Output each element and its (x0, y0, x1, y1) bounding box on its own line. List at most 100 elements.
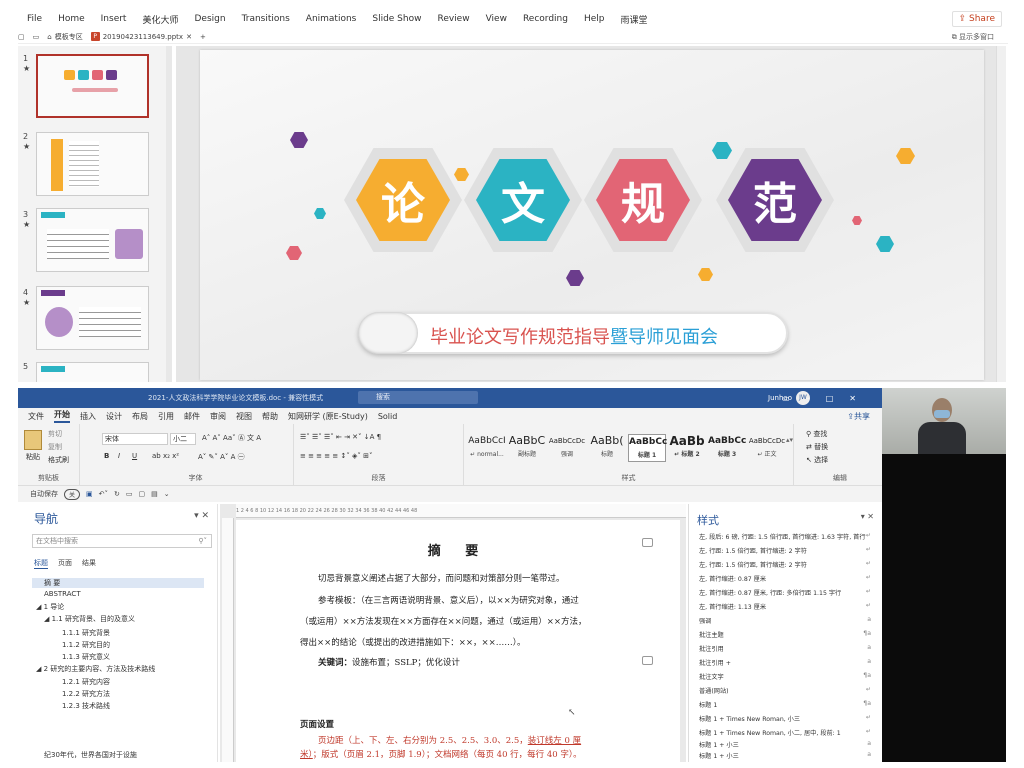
redo-icon[interactable]: ↻ (114, 490, 120, 498)
style-row[interactable]: 标题 1 + Times New Roman, 小三 ↵ (699, 714, 875, 723)
tab-close-icon[interactable]: ✕ (186, 33, 192, 41)
tab-design[interactable]: 设计 (106, 411, 122, 422)
customize-qat-icon[interactable]: ⌄ (164, 490, 170, 498)
slide-thumb-3[interactable] (36, 208, 149, 272)
nav-item[interactable]: ◢ 1.1 研究背景、目的及意义 (44, 614, 135, 624)
menu-transitions[interactable]: Transitions (242, 14, 290, 24)
style-row[interactable]: 左, 首行缩进: 0.87 厘米, 行距: 多倍行距 1.15 字行 ↵ (699, 588, 875, 597)
nav-item[interactable]: 1.2.2 研究方法 (62, 689, 110, 699)
paste-button[interactable]: 粘贴 (26, 452, 40, 462)
print-preview-icon[interactable]: ▤ (151, 490, 158, 498)
nav-item[interactable]: 1.1.1 研究背景 (62, 628, 110, 638)
find-button[interactable]: ⚲ 查找 (806, 429, 827, 439)
strike-sub-super-buttons[interactable]: ab x₂ x² (152, 452, 179, 460)
tab-help[interactable]: 帮助 (262, 411, 278, 422)
thumbnail-scrollbar[interactable] (166, 46, 172, 382)
open-icon[interactable]: ▭ (126, 490, 133, 498)
comment-icon[interactable] (642, 538, 653, 547)
style-row[interactable]: 批注主题 ¶a (699, 630, 875, 639)
document-page[interactable]: 摘 要 切忌背景意义阐述占据了大部分，而问题和对策部分则一笔带过。 参考模板：（… (236, 520, 680, 762)
new-doc-icon[interactable]: ▢ (18, 33, 25, 41)
slide-thumb-2[interactable] (36, 132, 149, 196)
style-row[interactable]: 强调 a (699, 616, 875, 625)
undo-icon[interactable]: ↶˅ (99, 490, 108, 498)
style-row[interactable]: 标题 1 + Times New Roman, 小二, 居中, 段前: 1 ↵ (699, 728, 875, 737)
menu-view[interactable]: View (486, 14, 507, 24)
menu-file[interactable]: File (27, 14, 42, 24)
menu-home[interactable]: Home (58, 14, 85, 24)
style-row[interactable]: 标题 1 ¶a (699, 700, 875, 709)
replace-button[interactable]: ⇄ 替换 (806, 442, 828, 452)
horizontal-ruler[interactable]: 1 2 4 6 8 10 12 14 16 18 20 22 24 26 28 … (236, 504, 686, 518)
tab-review[interactable]: 审阅 (210, 411, 226, 422)
menu-help[interactable]: Help (584, 14, 605, 24)
current-slide[interactable]: 论 文 规 范 毕业论文写作规范指导暨导师见面会 (200, 50, 984, 380)
menu-meihua[interactable]: 美化大师 (142, 13, 178, 26)
tab-mailings[interactable]: 邮件 (184, 411, 200, 422)
folder-icon[interactable]: ▭ (33, 33, 40, 41)
style-emphasis[interactable]: AaBbCcDc 强调 (548, 434, 586, 462)
copy-button[interactable]: 复制 (48, 442, 62, 452)
slide-thumbnail-panel[interactable]: 1 ★ 2 ★ 3 ★ 4 ★ 5 (18, 46, 168, 382)
tab-home[interactable]: 开始 (54, 409, 70, 423)
style-row[interactable]: 标题 1 + 小三 a (699, 740, 875, 749)
style-row[interactable]: 批注文字 ¶a (699, 672, 875, 681)
bold-button[interactable]: B (104, 452, 109, 460)
word-search-box[interactable]: 搜索 (358, 391, 478, 404)
nav-tab-headings[interactable]: 标题 (34, 558, 48, 569)
style-row[interactable]: 左, 段后: 6 磅, 行距: 1.5 倍行距, 首行缩进: 1.63 字符, … (699, 532, 875, 541)
nav-item[interactable]: ◢ 2 研究的主要内容、方法及技术路线 (36, 664, 155, 674)
style-row[interactable]: 批注引用 + a (699, 658, 875, 667)
style-heading-3[interactable]: AaBbCc 标题 3 (708, 434, 746, 462)
menu-animations[interactable]: Animations (306, 14, 357, 24)
menu-slide-show[interactable]: Slide Show (372, 14, 421, 24)
window-controls[interactable]: ▭–□✕ (782, 394, 872, 403)
menu-recording[interactable]: Recording (523, 14, 568, 24)
nav-item[interactable]: 1.2.3 技术路线 (62, 701, 110, 711)
nav-close-icon[interactable]: ▾ ✕ (194, 511, 209, 521)
nav-search-input[interactable]: 在文档中搜索 ⚲˅ (32, 534, 212, 548)
tab-view[interactable]: 视图 (236, 411, 252, 422)
cut-button[interactable]: 剪切 (48, 429, 62, 439)
underline-button[interactable]: U (132, 452, 137, 460)
style-row[interactable]: 普通(网站) ↵ (699, 686, 875, 695)
style-normal[interactable]: AaBbCcI ↵ normal... (468, 434, 506, 462)
slide-thumb-4[interactable] (36, 286, 149, 350)
style-row[interactable]: 左, 首行缩进: 0.87 厘米 ↵ (699, 574, 875, 583)
nav-item[interactable]: ABSTRACT (44, 590, 81, 598)
menu-design[interactable]: Design (194, 14, 225, 24)
nav-tab-results[interactable]: 结果 (82, 558, 96, 569)
tab-pptx-file[interactable]: P 20190423113649.pptx ✕ (90, 32, 192, 41)
text-effects-highlight-color[interactable]: A˅ ✎˅ A˅ A ㊀ (198, 452, 245, 462)
menu-rainclassroom[interactable]: 雨课堂 (621, 13, 648, 26)
nav-item[interactable]: 摘 要 (32, 578, 204, 588)
nav-item[interactable]: 1.2.1 研究内容 (62, 677, 110, 687)
multi-window-button[interactable]: ⧉ 显示多窗口 (952, 32, 994, 42)
style-row[interactable]: 批注引用 a (699, 644, 875, 653)
tab-template[interactable]: ⌂ 模板专区 (47, 32, 82, 42)
style-row[interactable]: 标题 1 + 小三 a (699, 751, 875, 760)
save-icon[interactable]: ▣ (86, 490, 93, 498)
style-body[interactable]: AaBbCcDc ↵ 正文 (748, 434, 786, 462)
styles-scroll-icon[interactable]: ▴▾ (786, 436, 793, 444)
font-grow-shrink[interactable]: A˄ A˅ Aa˅ Ⓐ 文 A (202, 433, 261, 443)
tab-estudy[interactable]: 知网研学 (原E-Study) (288, 411, 368, 422)
tab-references[interactable]: 引用 (158, 411, 174, 422)
style-heading-1[interactable]: AaBbCc 标题 1 (628, 434, 667, 462)
nav-item[interactable]: 1.1.3 研究意义 (62, 652, 110, 662)
word-share-button[interactable]: ⇪共享 (847, 411, 870, 422)
style-subtitle[interactable]: AaBbC 副标题 (508, 434, 546, 462)
tab-file[interactable]: 文件 (28, 411, 44, 422)
style-row[interactable]: 左, 行距: 1.5 倍行距, 首行缩进: 2 字符 ↵ (699, 546, 875, 555)
select-button[interactable]: ↖ 选择 (806, 455, 828, 465)
tab-layout[interactable]: 布局 (132, 411, 148, 422)
paste-icon[interactable] (24, 430, 42, 450)
new-tab-button[interactable]: + (200, 33, 206, 41)
new-icon[interactable]: ▢ (139, 490, 146, 498)
format-painter-button[interactable]: 格式刷 (48, 455, 69, 465)
styles-pane-close-icon[interactable]: ▾ ✕ (861, 512, 874, 521)
comment-icon[interactable] (642, 656, 653, 665)
share-button[interactable]: ⇪ Share (951, 11, 1002, 27)
style-heading-2[interactable]: AaBb ↵ 标题 2 (668, 434, 706, 462)
style-title[interactable]: AaBb(标题 (588, 434, 626, 462)
